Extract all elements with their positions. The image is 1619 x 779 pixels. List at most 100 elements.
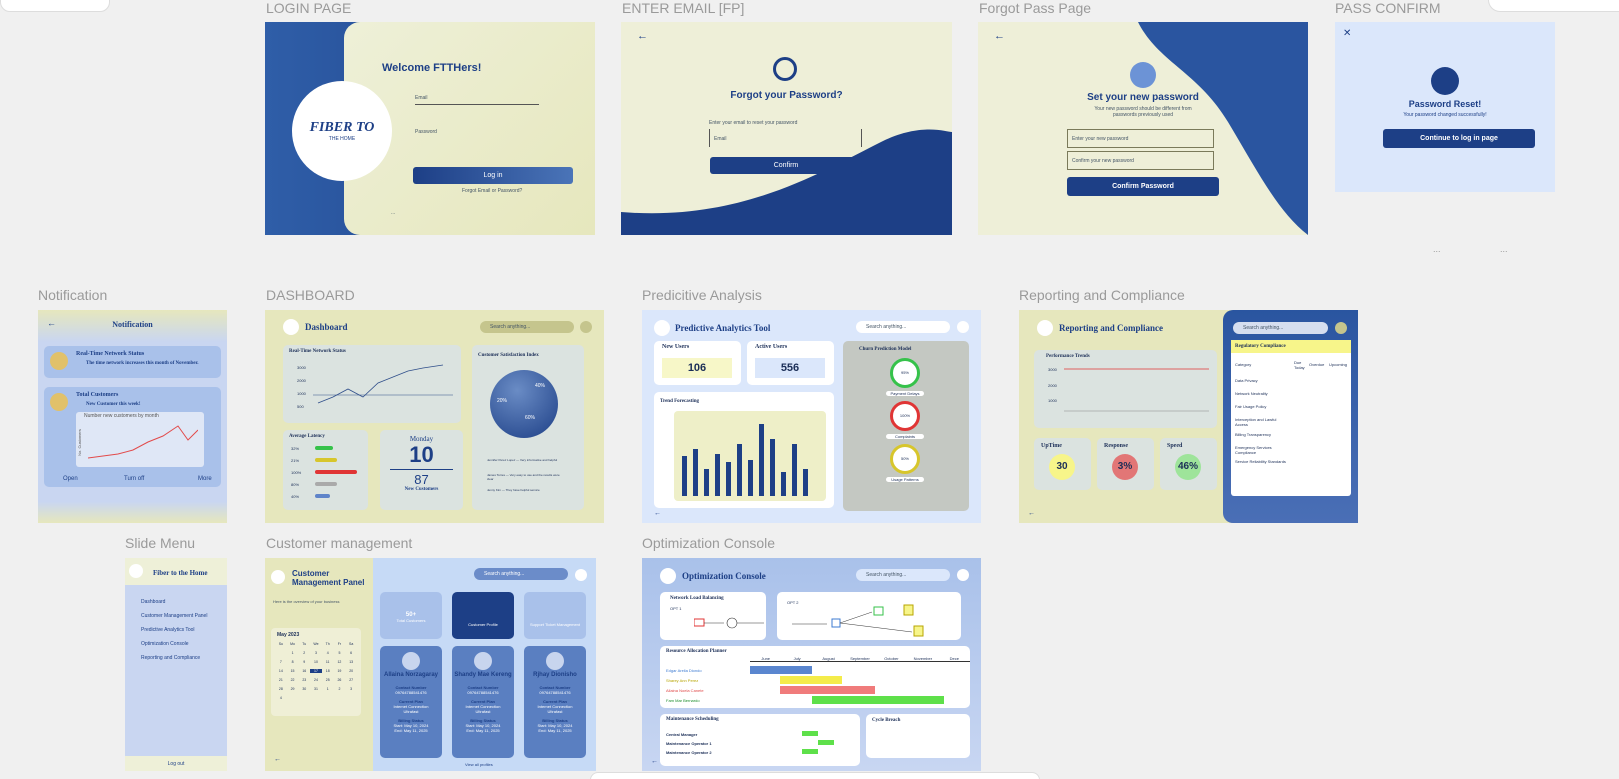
app-logo — [660, 568, 676, 584]
email-input[interactable]: Email — [709, 129, 862, 147]
menu-item-reporting[interactable]: Reporting and Compliance — [141, 655, 200, 661]
calendar-day[interactable]: 2 — [334, 687, 346, 691]
calendar-day[interactable]: 7 — [275, 660, 287, 664]
trend-card: Trend Forecasting — [654, 392, 834, 508]
calendar-day[interactable]: 19 — [334, 669, 346, 673]
confirm-button[interactable]: Confirm — [710, 157, 862, 174]
search-input[interactable]: Search anything... — [480, 321, 574, 333]
calendar-day[interactable] — [275, 651, 287, 655]
card-title: Network Load Balancing — [670, 596, 724, 601]
search-input[interactable]: Search anything... — [856, 569, 950, 581]
search-input[interactable]: Search anything... — [1233, 322, 1328, 334]
back-icon[interactable]: ← — [637, 30, 648, 42]
calendar-day[interactable]: 20 — [345, 669, 357, 673]
ellipsis: ... — [391, 210, 396, 216]
customer-card[interactable]: Rjhay Dionisho Contact Number 0976478854… — [524, 646, 586, 758]
feed-item: Jenny Kim — They have helpful service — [487, 488, 540, 492]
confirm-password-input[interactable]: Confirm your new password — [1067, 151, 1214, 170]
customer-card[interactable]: Shandy Mae Kereng Contact Number 0976478… — [452, 646, 514, 758]
compliance-panel: Search anything... Regulatory Compliance… — [1223, 310, 1358, 523]
calendar-day[interactable]: 11 — [322, 660, 334, 664]
view-all-link[interactable]: View all profiles — [465, 762, 493, 767]
back-icon[interactable]: ← — [994, 30, 1005, 42]
action-turn-off[interactable]: Turn off — [124, 476, 144, 482]
calendar-day[interactable]: 24 — [310, 678, 322, 682]
calendar-day[interactable]: 6 — [345, 651, 357, 655]
calendar-day[interactable]: 25 — [322, 678, 334, 682]
reg-cell: Interception and Lawful Access — [1235, 417, 1277, 427]
bell-icon[interactable] — [957, 321, 969, 333]
bell-icon[interactable] — [575, 569, 587, 581]
calendar-day[interactable]: 23 — [298, 678, 310, 682]
calendar-day[interactable]: 14 — [275, 669, 287, 673]
action-more[interactable]: More — [198, 476, 212, 482]
bell-icon[interactable] — [1335, 322, 1347, 334]
logout-button[interactable]: Log out — [125, 761, 227, 767]
calendar-day[interactable]: 17 — [310, 669, 322, 673]
calendar-day[interactable]: 5 — [334, 651, 346, 655]
new-customers-count: 87 — [390, 469, 453, 487]
forgot-link[interactable]: Forgot Email or Password? — [462, 188, 522, 194]
calendar-day[interactable]: 26 — [334, 678, 346, 682]
calendar-day[interactable]: 18 — [322, 669, 334, 673]
close-icon[interactable]: ✕ — [1343, 28, 1351, 39]
calendar-day[interactable]: 16 — [298, 669, 310, 673]
bell-icon[interactable] — [580, 321, 592, 333]
network-status-card[interactable]: Real-Time Network Status The time networ… — [44, 346, 221, 378]
bell-icon[interactable] — [957, 569, 969, 581]
back-icon[interactable]: ← — [651, 758, 658, 765]
back-icon[interactable]: ← — [654, 510, 661, 517]
menu-item-optimization[interactable]: Optimization Console — [141, 641, 189, 647]
email-field[interactable]: Email — [415, 95, 539, 105]
calendar-day[interactable]: 10 — [310, 660, 322, 664]
calendar-day[interactable]: 9 — [298, 660, 310, 664]
stat-customer-profile[interactable]: Customer Profile — [452, 592, 514, 639]
calendar-day[interactable]: 22 — [287, 678, 299, 682]
calendar-day[interactable]: 1 — [287, 651, 299, 655]
calendar-day[interactable]: 31 — [310, 687, 322, 691]
calendar-day[interactable]: 1 — [322, 687, 334, 691]
new-password-input[interactable]: Enter your new password — [1067, 129, 1214, 148]
calendar-day[interactable]: 28 — [275, 687, 287, 691]
confirm-password-button[interactable]: Confirm Password — [1067, 177, 1219, 196]
back-icon[interactable]: ← — [1028, 510, 1035, 517]
action-open[interactable]: Open — [63, 476, 78, 482]
login-button[interactable]: Log in — [413, 167, 573, 184]
weekday-label: Th — [325, 642, 330, 646]
calendar-day[interactable]: 3 — [345, 687, 357, 691]
calendar-day[interactable]: 12 — [334, 660, 346, 664]
menu-item-customer[interactable]: Customer Management Panel — [141, 613, 207, 619]
contact-value: 09764788541476 — [395, 690, 427, 695]
calendar-day[interactable]: 29 — [287, 687, 299, 691]
calendar-day[interactable]: 21 — [275, 678, 287, 682]
calendar-day[interactable]: 8 — [287, 660, 299, 664]
pie-label: 60% — [525, 415, 536, 421]
calendar-day[interactable]: 30 — [298, 687, 310, 691]
trend-bars — [682, 424, 808, 496]
calendar-day[interactable]: 15 — [287, 669, 299, 673]
back-icon[interactable]: ← — [274, 756, 281, 763]
dashboard-frame: Dashboard Search anything... Real-Time N… — [265, 310, 604, 523]
total-customers-card[interactable]: Total Customers New Customer this week! … — [44, 387, 221, 487]
billing-end: End: May 11, 2025 — [538, 728, 572, 733]
weekday-label: We — [313, 642, 319, 646]
reg-cell: Network Neutrality — [1235, 391, 1268, 396]
card-title: Trend Forecasting — [660, 399, 700, 404]
continue-login-button[interactable]: Continue to log in page — [1383, 129, 1535, 148]
calendar-day[interactable]: 3 — [310, 651, 322, 655]
search-input[interactable]: Search anything... — [856, 321, 950, 333]
stat-support-tickets[interactable]: Support Ticket Management — [524, 592, 586, 639]
customer-card[interactable]: Allaina Norzagaray Contact Number 097647… — [380, 646, 442, 758]
menu-item-dashboard[interactable]: Dashboard — [141, 599, 165, 605]
latency-row: 21% — [291, 458, 300, 463]
search-input[interactable]: Search anything... — [474, 568, 568, 580]
calendar-day[interactable]: 2 — [298, 651, 310, 655]
calendar-day[interactable]: 4 — [322, 651, 334, 655]
month-cell: October — [884, 656, 899, 661]
calendar-day[interactable]: 4 — [275, 696, 287, 700]
password-field[interactable]: Password — [415, 129, 539, 138]
calendar-day[interactable]: 13 — [345, 660, 357, 664]
menu-item-predictive[interactable]: Predictive Analytics Tool — [141, 627, 195, 633]
calendar-day[interactable]: 27 — [345, 678, 357, 682]
stat-total-customers[interactable]: 50+ Total Customers — [380, 592, 442, 639]
